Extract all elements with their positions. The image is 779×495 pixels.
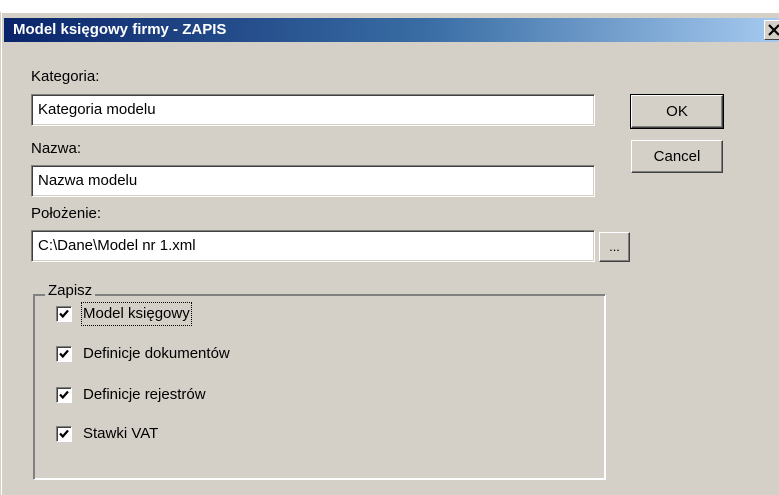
save-options-group-title: Zapisz <box>45 282 96 300</box>
kategoria-label: Kategoria: <box>31 68 100 85</box>
checkbox-box[interactable] <box>56 306 72 322</box>
checkbox-label[interactable]: Definicje dokumentów <box>83 344 230 364</box>
checkmark-icon <box>59 309 69 319</box>
checkmark-icon <box>59 390 69 400</box>
checkbox-box[interactable] <box>56 426 72 442</box>
checkmark-icon <box>59 429 69 439</box>
ok-button[interactable]: OK <box>630 94 724 129</box>
close-button[interactable] <box>764 20 779 40</box>
checkmark-icon <box>59 349 69 359</box>
window-title: Model księgowy firmy - ZAPIS <box>13 21 227 38</box>
checkbox-label[interactable]: Stawki VAT <box>83 424 158 444</box>
browse-button[interactable]: ... <box>599 232 630 262</box>
polozenie-input[interactable]: C:\Dane\Model nr 1.xml <box>31 230 595 262</box>
checkbox-label[interactable]: Model księgowy <box>81 302 192 326</box>
nazwa-input[interactable]: Nazwa modelu <box>31 165 595 197</box>
cancel-button[interactable]: Cancel <box>631 140 723 173</box>
nazwa-label: Nazwa: <box>31 140 82 157</box>
title-bar[interactable]: Model księgowy firmy - ZAPIS <box>4 18 779 42</box>
save-model-dialog: Model księgowy firmy - ZAPIS Kategoria: … <box>0 12 779 495</box>
close-icon <box>768 24 779 36</box>
checkbox-box[interactable] <box>56 346 72 362</box>
checkbox-label[interactable]: Definicje rejestrów <box>83 385 206 405</box>
polozenie-label: Położenie: <box>31 205 102 222</box>
checkbox-box[interactable] <box>56 387 72 403</box>
kategoria-input[interactable]: Kategoria modelu <box>31 94 595 126</box>
